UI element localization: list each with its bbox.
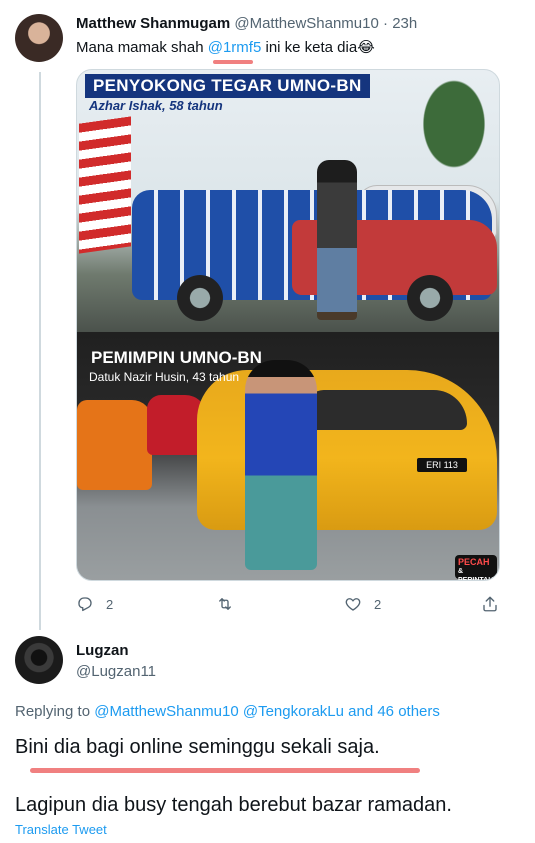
like-button[interactable]: 2 xyxy=(344,593,381,615)
replying-to-mentions[interactable]: @MatthewShanmu10 @TengkorakLu and 46 oth… xyxy=(94,703,440,720)
tweet2-handle[interactable]: @Lugzan11 xyxy=(76,663,156,680)
like-count: 2 xyxy=(374,596,382,612)
tweet1-mention[interactable]: @1rmf5 xyxy=(208,39,262,56)
tweet1-timestamp[interactable]: 23h xyxy=(392,15,417,32)
replying-prefix: Replying to xyxy=(15,703,95,720)
media-orange-car xyxy=(77,400,152,490)
tweet1-header: Matthew Shanmugam @MatthewShanmu10 · 23h xyxy=(76,15,417,32)
avatar-matthew[interactable] xyxy=(15,14,63,62)
like-icon xyxy=(345,598,361,611)
thread-connector-line xyxy=(39,72,41,630)
media-wheel xyxy=(407,275,453,321)
media-banner-bottom: PEMIMPIN UMNO-BN xyxy=(91,348,262,367)
media-palm-trees xyxy=(407,80,499,190)
tweet1-text-after: ini ke keta dia😂 xyxy=(261,39,375,56)
tweet2-display-name[interactable]: Lugzan xyxy=(76,642,129,659)
tweet1-media-image[interactable]: ERI 113 PENYOKONG TEGAR UMNO-BN Azhar Is… xyxy=(76,69,500,581)
media-license-plate: ERI 113 xyxy=(417,458,467,472)
retweet-button[interactable] xyxy=(216,593,246,615)
replying-to-line: Replying to @MatthewShanmu10 @TengkorakL… xyxy=(15,703,440,720)
share-button[interactable] xyxy=(481,593,499,615)
tweet2-text-line2: Lagipun dia busy tengah berebut bazar ra… xyxy=(15,794,452,816)
reply-count: 2 xyxy=(106,596,114,612)
media-banner-top: PENYOKONG TEGAR UMNO-BN xyxy=(85,74,370,98)
share-icon xyxy=(483,596,497,612)
mention-highlight-underline xyxy=(213,60,253,64)
media-yellow-car-window xyxy=(307,390,467,430)
translate-tweet-link[interactable]: Translate Tweet xyxy=(15,822,107,837)
media-supporter-figure xyxy=(317,160,357,320)
retweet-icon xyxy=(219,598,231,610)
brand-line1: PECAH xyxy=(458,557,490,567)
avatar-lugzan[interactable] xyxy=(15,636,63,684)
reply-icon xyxy=(78,597,92,612)
tweet1-display-name[interactable]: Matthew Shanmugam xyxy=(76,15,230,32)
tweet1-text-before: Mana mamak shah xyxy=(76,39,208,56)
tweet2-text-line1: Bini dia bagi online seminggu sekali saj… xyxy=(15,736,380,758)
tweet1-separator: · xyxy=(383,15,389,32)
media-brand-logo: PECAH & PERINTAH xyxy=(455,555,497,581)
reply-highlight-underline xyxy=(30,768,420,773)
media-wheel xyxy=(177,275,223,321)
media-caption-bottom: Datuk Nazir Husin, 43 tahun xyxy=(89,370,240,384)
tweet1-text: Mana mamak shah @1rmf5 ini ke keta dia😂 xyxy=(76,38,375,56)
media-malaysia-flag xyxy=(79,116,131,254)
media-caption-top: Azhar Ishak, 58 tahun xyxy=(89,98,223,113)
media-leader-figure xyxy=(245,360,317,570)
reply-button[interactable]: 2 xyxy=(76,593,113,615)
tweet1-handle[interactable]: @MatthewShanmu10 xyxy=(234,15,378,32)
brand-line2: & PERINTAH xyxy=(458,568,494,581)
